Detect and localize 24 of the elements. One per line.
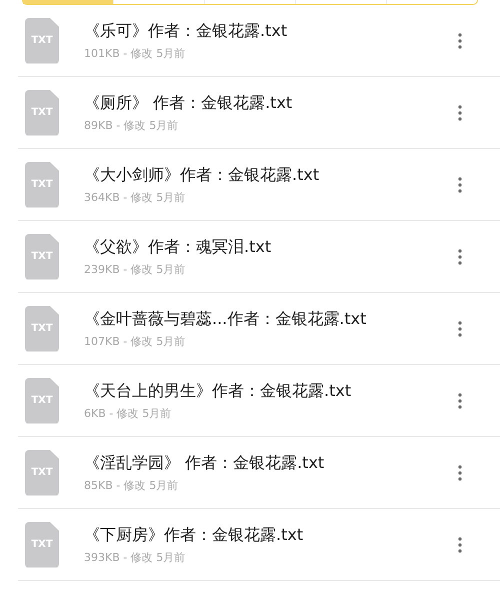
file-name[interactable]: 《下厨房》作者：金银花露.txt xyxy=(84,524,458,546)
more-icon[interactable] xyxy=(458,536,462,552)
file-name[interactable]: 《父欲》作者：魂冥泪.txt xyxy=(84,236,458,258)
more-icon[interactable] xyxy=(458,176,462,192)
file-meta: 364KB - 修改 5月前 xyxy=(84,190,186,204)
more-icon[interactable] xyxy=(458,248,462,264)
file-meta: 6KB - 修改 5月前 xyxy=(84,406,172,420)
more-icon[interactable] xyxy=(458,104,462,120)
file-name[interactable]: 《厕所》 作者：金银花露.txt xyxy=(84,92,458,114)
file-meta: 393KB - 修改 5月前 xyxy=(84,550,186,564)
more-icon[interactable] xyxy=(458,392,462,408)
more-icon[interactable] xyxy=(458,464,462,480)
file-name[interactable]: 《淫乱学园》 作者：金银花露.txt xyxy=(84,452,458,474)
more-icon[interactable] xyxy=(458,32,462,48)
more-icon[interactable] xyxy=(458,320,462,336)
file-meta: 239KB - 修改 5月前 xyxy=(84,262,186,276)
file-name[interactable]: 《天台上的男生》作者：金银花露.txt xyxy=(84,380,458,402)
file-name[interactable]: 《金叶蔷薇与碧蕊...作者：金银花露.txt xyxy=(84,308,458,330)
file-meta: 101KB - 修改 5月前 xyxy=(84,46,186,60)
file-meta: 89KB - 修改 5月前 xyxy=(84,118,180,132)
file-meta: 85KB - 修改 5月前 xyxy=(84,478,180,492)
file-name[interactable]: 《乐可》作者：金银花露.txt xyxy=(84,20,458,42)
file-name[interactable]: 《大小剑师》作者：金银花露.txt xyxy=(84,164,458,186)
file-meta: 107KB - 修改 5月前 xyxy=(84,334,186,348)
